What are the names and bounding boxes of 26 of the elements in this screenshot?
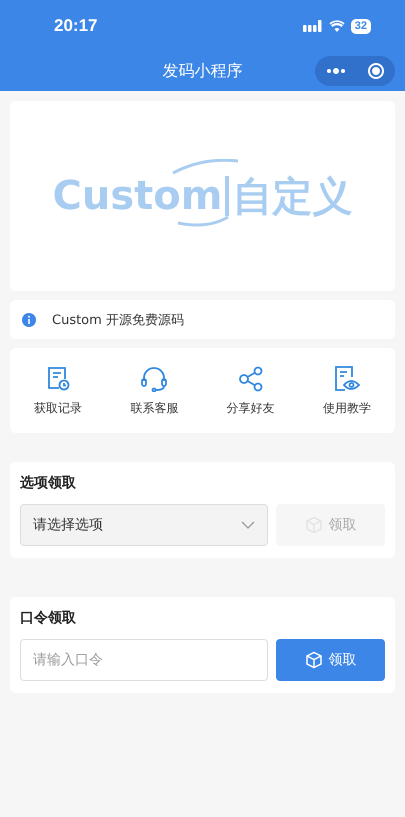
shortcut-item[interactable]: 联系客服	[106, 366, 202, 417]
signal-icon	[302, 20, 323, 32]
option-select[interactable]: 请选择选项	[20, 504, 268, 546]
shortcut-item[interactable]: 分享好友	[202, 366, 299, 417]
logo-text: Custom	[52, 173, 222, 219]
shortcut-item[interactable]: 使用教学	[298, 366, 395, 417]
info-icon	[22, 312, 36, 326]
claim-button[interactable]: 领取	[276, 639, 385, 681]
capsule-menu[interactable]	[315, 56, 395, 86]
section-title: 口令领取	[20, 609, 77, 627]
headset-icon	[140, 366, 168, 392]
shortcut-item[interactable]: 获取记录	[10, 366, 106, 417]
share-icon	[236, 366, 265, 392]
code-input[interactable]: 请输入口令	[20, 639, 268, 681]
wifi-icon	[328, 20, 345, 32]
section-title: 选项领取	[20, 474, 77, 492]
notice-text: Custom 开源免费源码	[52, 312, 184, 328]
more-icon[interactable]	[326, 68, 346, 74]
document-eye-icon	[332, 366, 361, 392]
page-title: 发码小程序	[162, 61, 242, 82]
chevron-down-icon	[241, 521, 255, 529]
document-clock-icon	[45, 366, 72, 392]
battery-level: 32	[350, 18, 371, 34]
logo-text: 自定义	[232, 172, 352, 222]
box-icon	[304, 651, 322, 669]
status-time: 20:17	[54, 16, 98, 36]
